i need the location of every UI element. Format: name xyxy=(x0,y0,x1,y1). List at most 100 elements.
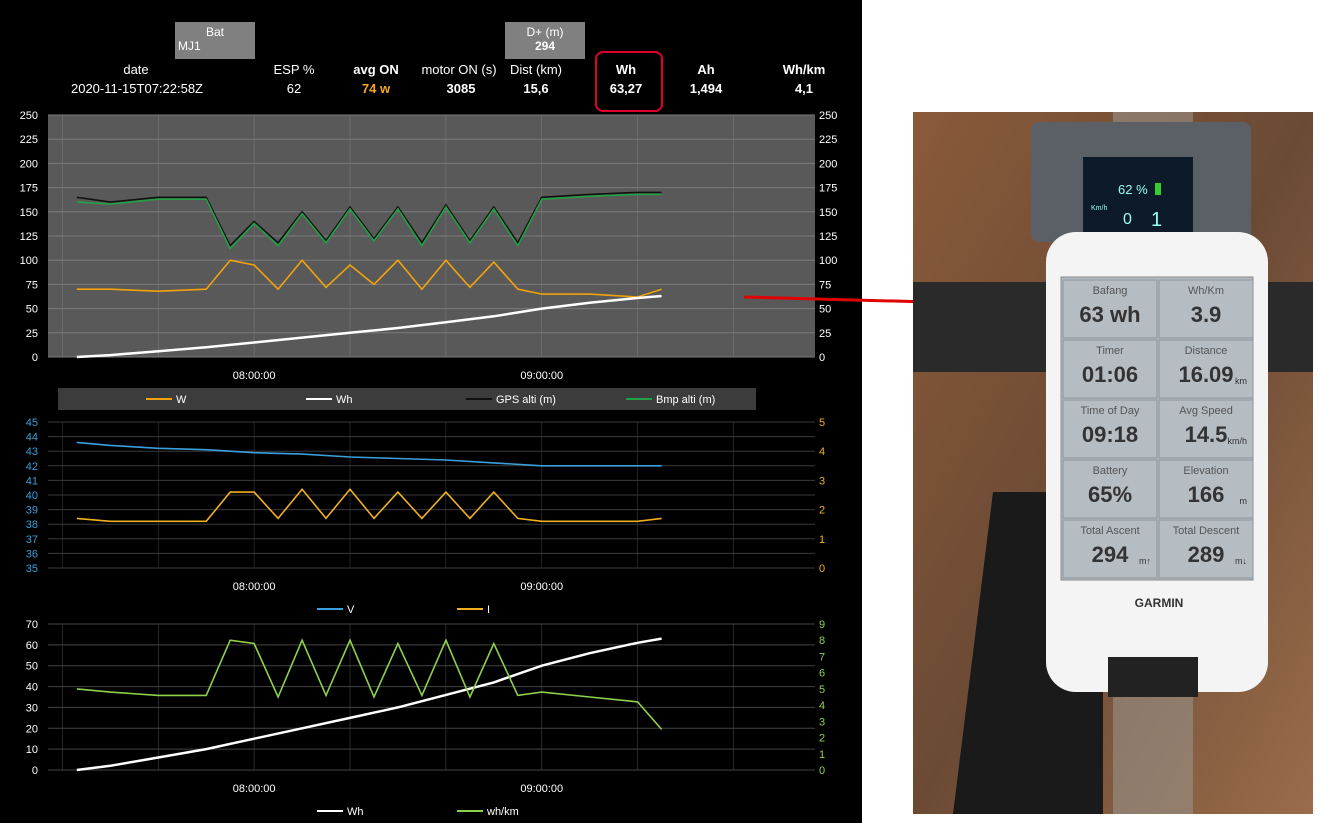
garmin-field-unit: m↓ xyxy=(1235,556,1247,566)
y-left-tick-label: 43 xyxy=(26,446,38,458)
y-right-tick-label: 5 xyxy=(819,684,825,696)
garmin-field-value: 289 xyxy=(1188,542,1225,567)
y-right-tick-label: 200 xyxy=(819,158,837,170)
dplus-label: D+ (m) xyxy=(526,25,564,39)
y-left-tick-label: 37 xyxy=(26,534,38,546)
bafang-battery-icon xyxy=(1155,183,1161,195)
col-date-value: 2020-11-15T07:22:58Z xyxy=(70,81,204,96)
garmin-photo-svg: 62 % Km/h 0 1 Bafang 63 wh Wh/Km 3.9 Timer 01… xyxy=(913,112,1313,814)
y-left-tick-label: 30 xyxy=(26,702,38,714)
x-tick-label: 08:00:00 xyxy=(233,370,276,382)
garmin-field-value: 63 wh xyxy=(1079,302,1140,327)
y-right-tick-label: 25 xyxy=(819,328,831,340)
col-whkm-label: Wh/km xyxy=(782,62,826,77)
y-left-tick-label: 40 xyxy=(26,490,38,502)
y-right-tick-label: 3 xyxy=(819,475,825,487)
bafang-speed: 0 xyxy=(1123,211,1132,228)
garmin-field-label: Timer xyxy=(1096,345,1124,357)
y-left-tick-label: 20 xyxy=(26,723,38,735)
x-tick-label: 09:00:00 xyxy=(520,581,563,593)
dplus-value: 294 xyxy=(534,39,556,53)
y-right-tick-label: 225 xyxy=(819,134,837,146)
bafang-battery: 62 % xyxy=(1118,182,1148,197)
y-right-tick-label: 4 xyxy=(819,446,825,458)
legend-label: Bmp alti (m) xyxy=(656,394,715,406)
energy-chart: 0 10 20 30 40 50 60 70 0 1 2 3 4 5 6 7 8 9 08:00:00 09:00:0… xyxy=(26,619,825,795)
legend-label: GPS alti (m) xyxy=(496,394,556,406)
legend-label: Wh xyxy=(336,394,353,406)
y-right-tick-label: 9 xyxy=(819,619,825,631)
garmin-field-label: Total Ascent xyxy=(1080,525,1139,537)
legend-1: W Wh GPS alti (m) Bmp alti (m) xyxy=(146,394,715,406)
y-right-tick-label: 1 xyxy=(819,534,825,546)
y-left-tick-label: 10 xyxy=(26,744,38,756)
bat-label: Bat xyxy=(205,25,224,39)
y-left-tick-label: 36 xyxy=(26,548,38,560)
garmin-field-label: Avg Speed xyxy=(1179,405,1233,417)
voltage-current-chart: 353637383940414243444501234508:00:00 09:0… xyxy=(26,417,825,593)
y-left-tick-label: 100 xyxy=(20,255,38,267)
garmin-field-value: 16.09 xyxy=(1178,362,1233,387)
y-right-tick-label: 5 xyxy=(819,417,825,429)
y-left-tick-label: 225 xyxy=(20,134,38,146)
y-left-tick-label: 39 xyxy=(26,505,38,517)
y-right-tick-label: 150 xyxy=(819,207,837,219)
garmin-field-value: 3.9 xyxy=(1191,302,1222,327)
garmin-brand: GARMIN xyxy=(1135,596,1184,610)
y-left-tick-label: 35 xyxy=(26,563,38,575)
legend-label: W xyxy=(176,394,187,406)
y-left-tick-label: 0 xyxy=(32,352,38,364)
garmin-field-label: Bafang xyxy=(1093,285,1128,297)
garmin-field-value: 09:18 xyxy=(1082,422,1138,447)
col-dist-label: Dist (km) xyxy=(510,62,562,77)
col-ah-label: Ah xyxy=(697,62,715,77)
col-esp-label: ESP % xyxy=(273,62,315,77)
legend-3: Wh wh/km xyxy=(317,806,519,818)
x-tick-label: 09:00:00 xyxy=(520,370,563,382)
col-whkm-value: 4,1 xyxy=(794,81,814,96)
plot-area xyxy=(48,624,815,770)
y-right-tick-label: 7 xyxy=(819,651,825,663)
bat-value: MJ1 xyxy=(178,39,201,53)
col-wh-label: Wh xyxy=(615,62,637,77)
garmin-field-unit: m xyxy=(1240,496,1248,506)
y-left-tick-label: 150 xyxy=(20,207,38,219)
col-ah-value: 1,494 xyxy=(689,81,723,96)
y-left-tick-label: 40 xyxy=(26,682,38,694)
garmin-field-label: Total Descent xyxy=(1173,525,1240,537)
y-left-tick-label: 70 xyxy=(26,619,38,631)
dashboard-panel: Bat MJ1 D+ (m) 294 date 2020-11-15T07:22… xyxy=(0,0,862,823)
x-tick-label: 09:00:00 xyxy=(520,783,563,795)
y-right-tick-label: 3 xyxy=(819,716,825,728)
legend-label: wh/km xyxy=(486,806,519,818)
y-right-tick-label: 100 xyxy=(819,255,837,267)
power-altitude-chart: 0255075100125150175200225250025507510012… xyxy=(20,110,838,382)
y-right-tick-label: 4 xyxy=(819,700,825,712)
col-esp-value: 62 xyxy=(286,81,302,96)
y-right-tick-label: 125 xyxy=(819,231,837,243)
dplus-box: D+ (m) 294 xyxy=(505,22,585,59)
garmin-field-label: Distance xyxy=(1185,345,1228,357)
y-right-tick-label: 2 xyxy=(819,733,825,745)
legend-label: Wh xyxy=(347,806,364,818)
y-right-tick-label: 175 xyxy=(819,183,837,195)
y-right-tick-label: 250 xyxy=(819,110,837,122)
y-right-tick-label: 8 xyxy=(819,635,825,647)
bafang-speed-unit: Km/h xyxy=(1091,205,1107,212)
garmin-field-label: Battery xyxy=(1093,465,1128,477)
bat-box: Bat MJ1 xyxy=(175,22,255,59)
y-right-tick-label: 6 xyxy=(819,668,825,680)
col-wh-value: 63,27 xyxy=(609,81,643,96)
garmin-field-value: 01:06 xyxy=(1082,362,1138,387)
y-left-tick-label: 44 xyxy=(26,432,38,444)
y-left-tick-label: 0 xyxy=(32,765,38,777)
x-tick-label: 08:00:00 xyxy=(233,581,276,593)
y-left-tick-label: 50 xyxy=(26,661,38,673)
y-right-tick-label: 0 xyxy=(819,352,825,364)
garmin-field-label: Elevation xyxy=(1183,465,1228,477)
col-date-label: date xyxy=(123,62,149,77)
garmin-field-unit: km xyxy=(1235,376,1247,386)
bafang-assist: 1 xyxy=(1151,209,1162,231)
garmin-field-label: Wh/Km xyxy=(1188,285,1224,297)
col-dist-value: 15,6 xyxy=(523,81,549,96)
